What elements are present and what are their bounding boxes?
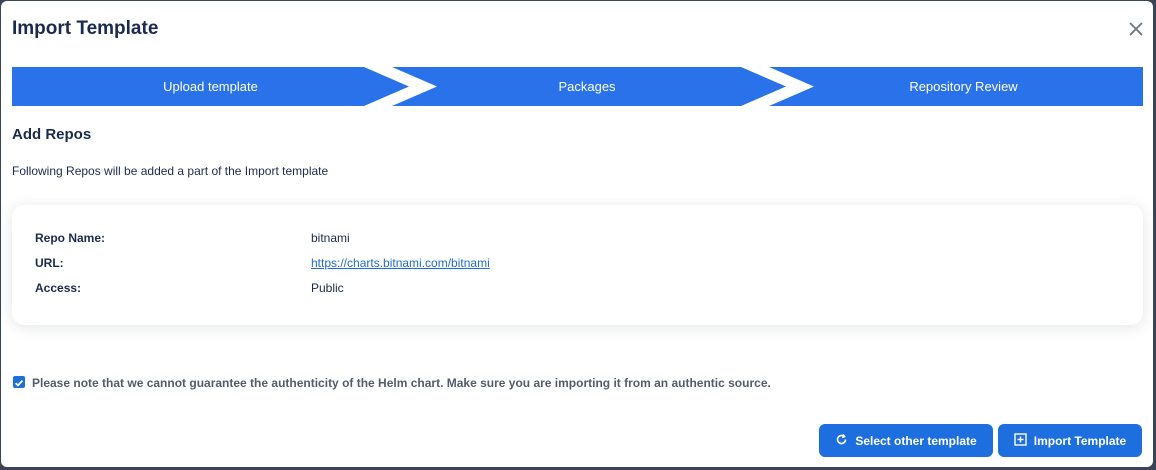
repo-name-value: bitnami — [311, 231, 350, 245]
import-template-modal: Import Template Upload template Packages… — [1, 1, 1153, 467]
section-subtitle: Following Repos will be added a part of … — [12, 164, 329, 178]
import-template-label: Import Template — [1033, 433, 1127, 448]
repo-url-label: URL: — [35, 256, 64, 270]
plus-square-icon — [1014, 432, 1027, 449]
repo-access-label: Access: — [35, 281, 82, 295]
repo-name-label: Repo Name: — [35, 231, 106, 245]
select-other-template-label: Select other template — [855, 433, 977, 448]
checkbox-checked-icon[interactable] — [13, 376, 25, 388]
step-upload-template[interactable]: Upload template — [12, 67, 409, 106]
repo-card: Repo Name: bitnami URL: https://charts.b… — [12, 205, 1143, 325]
modal-title: Import Template — [12, 18, 159, 39]
step-packages[interactable]: Packages — [410, 67, 764, 106]
step-repository-review[interactable]: Repository Review — [784, 67, 1143, 106]
authenticity-notice: Please note that we cannot guarantee the… — [32, 376, 771, 390]
section-title: Add Repos — [12, 126, 92, 143]
select-other-template-button[interactable]: Select other template — [819, 424, 993, 457]
import-template-button[interactable]: Import Template — [998, 424, 1142, 457]
progress-stepper: Upload template Packages Repository Revi… — [12, 67, 1143, 106]
repo-url-link[interactable]: https://charts.bitnami.com/bitnami — [311, 256, 490, 270]
close-icon[interactable] — [1125, 18, 1147, 40]
refresh-icon — [835, 433, 848, 449]
repo-access-value: Public — [311, 281, 344, 295]
